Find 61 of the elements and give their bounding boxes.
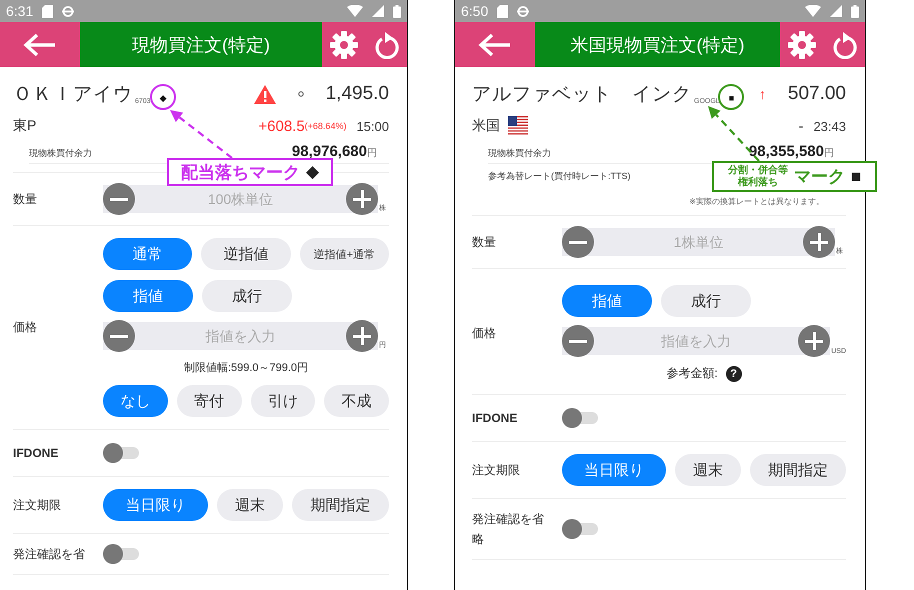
callout-symbol: ■: [850, 166, 862, 186]
option-button[interactable]: 当日限り: [103, 489, 208, 521]
field-label: 価格: [472, 325, 497, 342]
status-time: 6:50: [461, 3, 488, 19]
callout-symbol: ◆: [306, 162, 320, 182]
up-arrow: ↑: [758, 86, 766, 102]
option-button[interactable]: 成行: [661, 285, 751, 317]
help-icon[interactable]: ?: [726, 366, 742, 382]
info-label: 参考為替レート(買付時レート:TTS): [488, 170, 630, 183]
option-button[interactable]: 指値: [103, 280, 193, 312]
option-button[interactable]: 不成: [324, 385, 389, 417]
info-label: 現物株買付余力: [29, 147, 92, 160]
option-button[interactable]: 成行: [202, 280, 292, 312]
option-button[interactable]: 期間指定: [750, 454, 846, 486]
callout-caption: 分割・併合等 権利落ち: [728, 164, 788, 188]
price-change: -: [798, 118, 804, 134]
field-label: 注文期限: [13, 496, 62, 514]
stock-price: 1,495.0: [326, 83, 389, 105]
stock-name: アルファベット インク: [472, 83, 692, 107]
unit-label: 円: [367, 147, 377, 160]
screen-title: 米国現物買注文(特定): [535, 22, 780, 67]
field-label: 数量: [13, 190, 38, 208]
option-button[interactable]: 指値: [562, 285, 652, 317]
market-name: 東P: [13, 117, 36, 135]
change-percent: (+68.64%): [304, 121, 346, 131]
option-button[interactable]: 逆指値+通常: [300, 238, 389, 270]
option-button[interactable]: 当日限り: [562, 454, 666, 486]
option-button[interactable]: 寄付: [176, 385, 242, 417]
field-label: 注文期限: [472, 462, 521, 478]
field-label: 数量: [472, 234, 497, 250]
option-button[interactable]: 引け: [250, 385, 316, 417]
market-name: 米国: [472, 117, 500, 135]
field-label: IFDONE: [472, 411, 518, 425]
field-label: IFDONE: [13, 446, 60, 460]
option-button[interactable]: 週末: [216, 489, 284, 521]
screen-title: 現物買注文(特定): [80, 22, 322, 67]
callout-text: マーク: [794, 166, 845, 188]
callout-text: 配当落ちマーク: [180, 162, 300, 184]
info-value: 98,976,680: [292, 143, 367, 160]
stock-price: 507.00: [788, 83, 846, 105]
unit-label: 円: [824, 147, 834, 160]
option-button[interactable]: 逆指値: [201, 238, 291, 270]
price-limit: 制限値幅:599.0～799.0円: [182, 361, 310, 375]
option-button[interactable]: 週末: [675, 454, 741, 486]
field-label: 発注確認を省: [13, 546, 86, 563]
info-label: 現物株買付余力: [488, 147, 551, 160]
option-button[interactable]: 期間指定: [292, 489, 390, 521]
reference-label: 参考金額:: [666, 365, 718, 382]
rights-mark: ■: [728, 93, 734, 103]
field-label: 価格: [13, 319, 38, 336]
stock-name: ＯＫＩアイウ: [13, 83, 133, 107]
note-text: ※実際の換算レートとは異なります。: [688, 196, 824, 207]
rights-mark: ◆: [160, 93, 166, 103]
update-time: 15:00: [356, 118, 389, 134]
field-label: 発注確認を省略: [472, 511, 545, 548]
option-button[interactable]: 通常: [103, 238, 192, 270]
option-button[interactable]: なし: [103, 385, 168, 417]
update-time: 23:43: [813, 118, 846, 134]
price-change: +608.5: [258, 118, 305, 134]
status-time: 6:31: [6, 3, 34, 19]
info-value: 98,355,580: [748, 143, 824, 160]
